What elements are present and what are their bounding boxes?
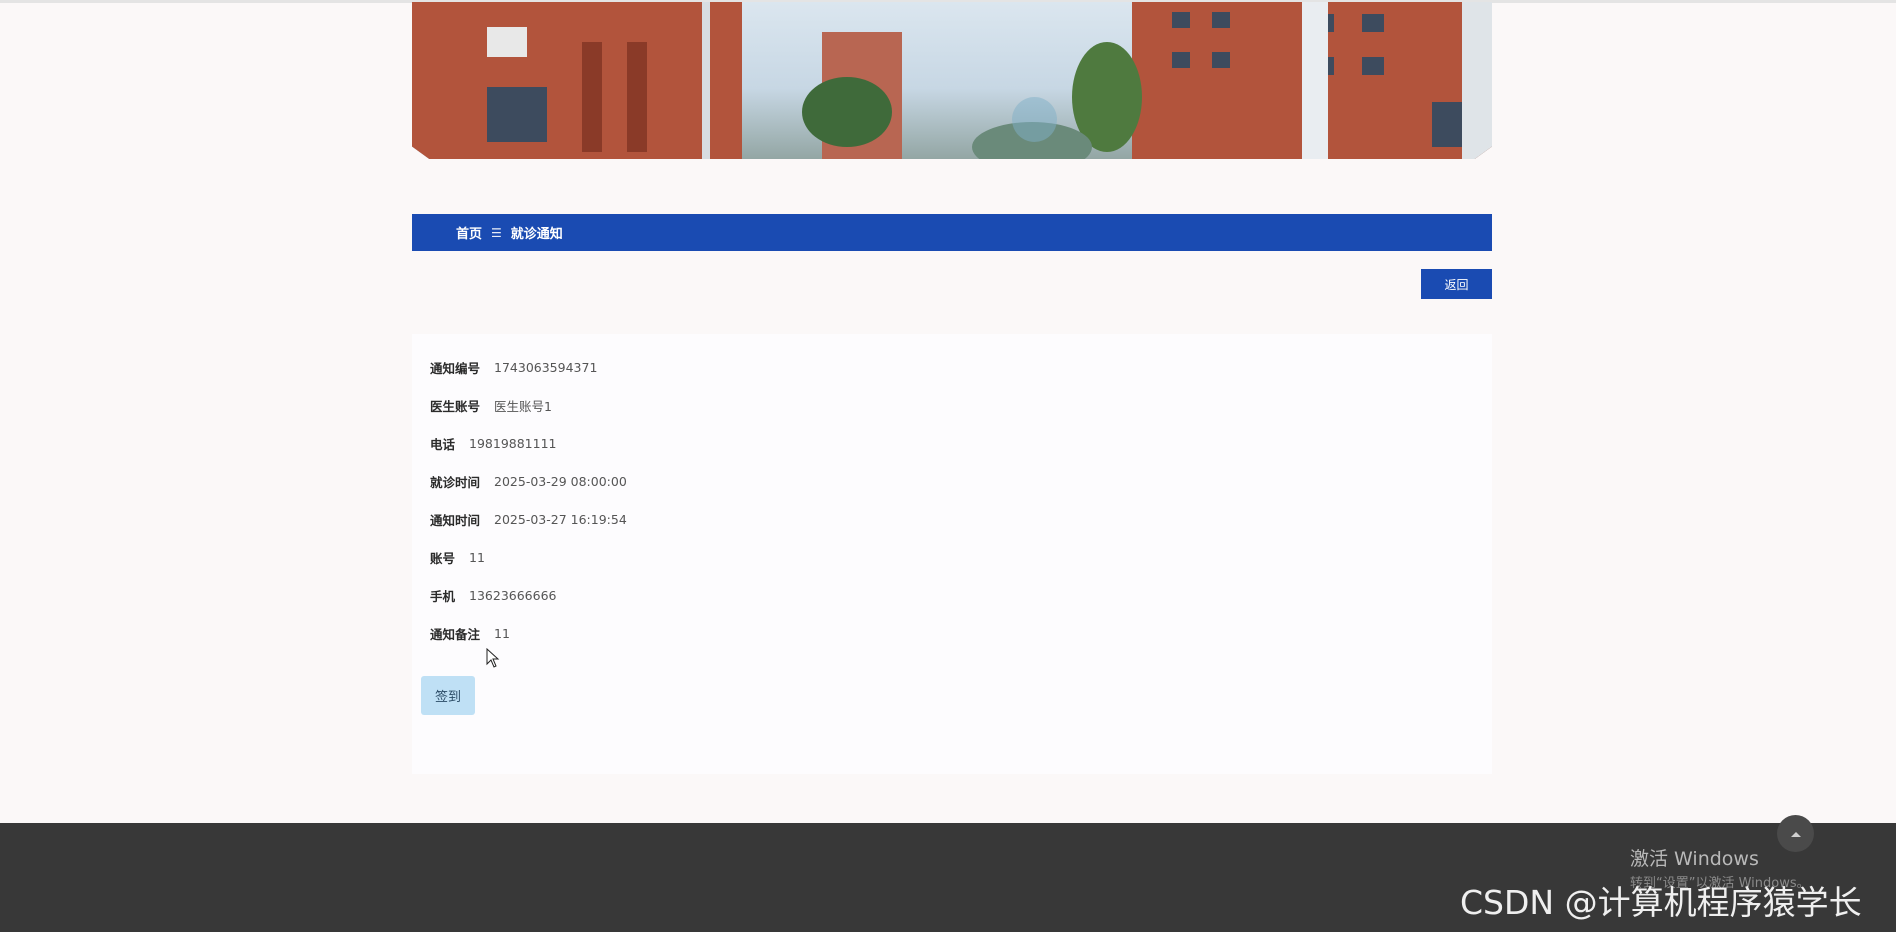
detail-row-remark: 通知备注 11	[430, 623, 510, 643]
back-button[interactable]: 返回	[1421, 269, 1492, 299]
breadcrumb-home-link[interactable]: 首页	[456, 223, 482, 242]
detail-label: 通知编号	[430, 360, 481, 376]
breadcrumb-current: 就诊通知	[510, 227, 563, 242]
breadcrumb: 首页 ☰ 就诊通知	[412, 214, 1492, 251]
detail-label: 通知备注	[430, 626, 481, 642]
detail-value: 11	[469, 549, 485, 565]
detail-label: 电话	[430, 436, 456, 452]
mouse-cursor-icon	[486, 648, 500, 668]
detail-value: 11	[494, 625, 510, 641]
detail-row-notice-id: 通知编号 1743063594371	[430, 357, 597, 377]
detail-row-visit-time: 就诊时间 2025-03-29 08:00:00	[430, 471, 627, 491]
detail-value: 2025-03-27 16:19:54	[494, 511, 627, 527]
detail-label: 通知时间	[430, 512, 481, 528]
detail-label: 医生账号	[430, 398, 481, 414]
csdn-watermark: CSDN @计算机程序猿学长	[1460, 883, 1862, 922]
detail-label: 手机	[430, 588, 456, 604]
detail-row-phone: 电话 19819881111	[430, 433, 557, 453]
detail-value: 19819881111	[469, 435, 557, 451]
menu-separator-icon: ☰	[491, 225, 502, 240]
signin-button[interactable]: 签到	[421, 676, 475, 715]
windows-activation-title: 激活 Windows	[1630, 848, 1759, 870]
detail-row-doctor-account: 医生账号 医生账号1	[430, 395, 552, 415]
campus-banner-image	[412, 2, 1492, 159]
detail-value: 医生账号1	[494, 398, 552, 414]
detail-value: 2025-03-29 08:00:00	[494, 473, 627, 489]
back-to-top-button[interactable]	[1777, 815, 1814, 852]
notice-detail-panel	[412, 334, 1492, 774]
detail-row-mobile: 手机 13623666666	[430, 585, 557, 605]
detail-row-account: 账号 11	[430, 547, 485, 567]
detail-value: 13623666666	[469, 587, 557, 603]
detail-label: 就诊时间	[430, 474, 481, 490]
detail-value: 1743063594371	[494, 359, 598, 375]
detail-row-notice-time: 通知时间 2025-03-27 16:19:54	[430, 509, 627, 529]
detail-label: 账号	[430, 550, 456, 566]
chevron-up-icon	[1790, 831, 1801, 837]
